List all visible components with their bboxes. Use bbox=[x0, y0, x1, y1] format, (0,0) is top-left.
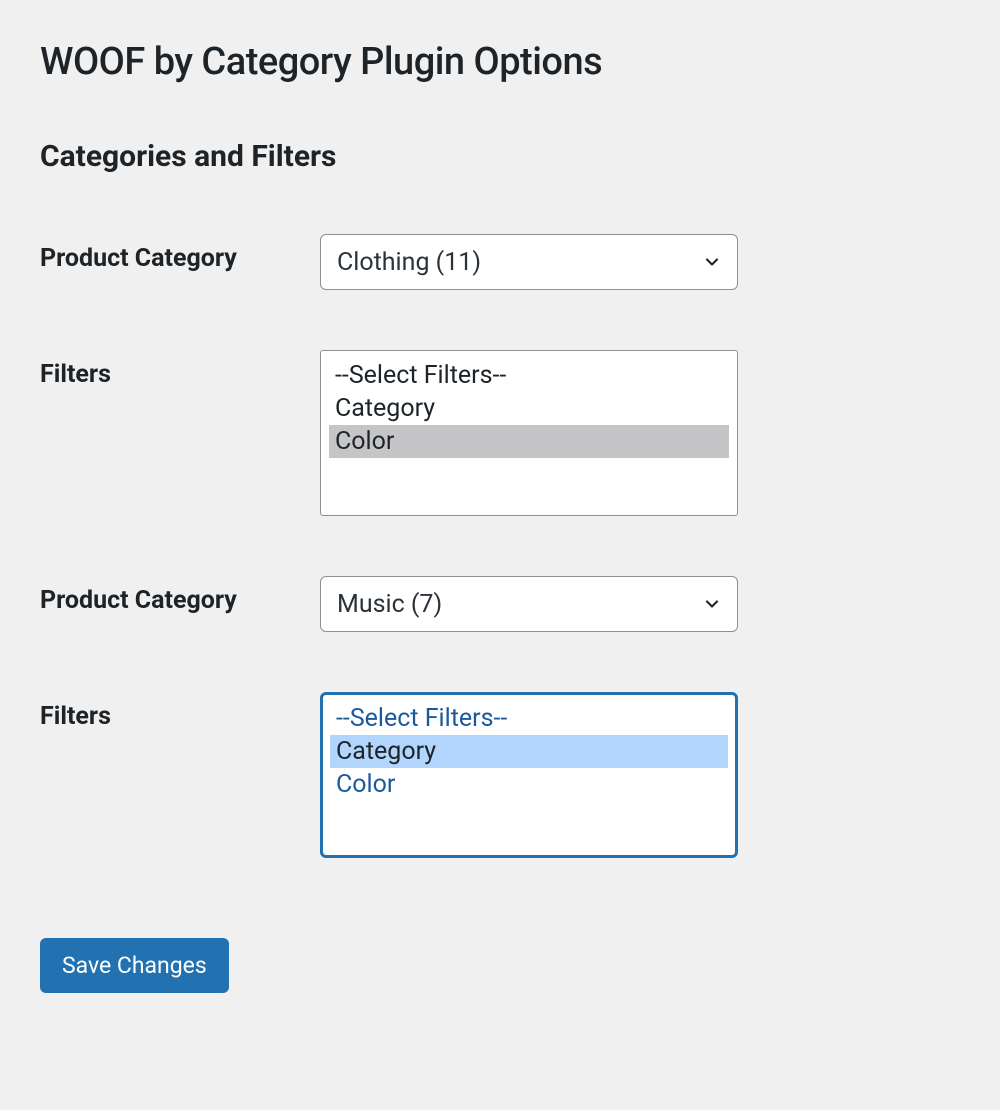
filters-label: Filters bbox=[40, 350, 320, 389]
filters-option[interactable]: Category bbox=[330, 735, 728, 768]
section-heading: Categories and Filters bbox=[40, 139, 960, 174]
product-category-select[interactable]: Music (7) bbox=[320, 576, 738, 632]
filters-option[interactable]: Color bbox=[329, 425, 729, 458]
filters-placeholder-option[interactable]: --Select Filters-- bbox=[330, 702, 728, 735]
product-category-select[interactable]: Clothing (11) bbox=[320, 234, 738, 290]
product-category-label: Product Category bbox=[40, 234, 320, 273]
filters-label: Filters bbox=[40, 692, 320, 731]
page-title: WOOF by Category Plugin Options bbox=[40, 40, 960, 84]
filters-listbox[interactable]: --Select Filters--CategoryColor bbox=[320, 692, 738, 858]
product-category-label: Product Category bbox=[40, 576, 320, 615]
filters-option[interactable]: Color bbox=[330, 768, 728, 801]
save-button[interactable]: Save Changes bbox=[40, 938, 229, 993]
filters-option[interactable]: Category bbox=[329, 392, 729, 425]
filters-placeholder-option[interactable]: --Select Filters-- bbox=[329, 359, 729, 392]
filters-listbox[interactable]: --Select Filters--CategoryColor bbox=[320, 350, 738, 516]
